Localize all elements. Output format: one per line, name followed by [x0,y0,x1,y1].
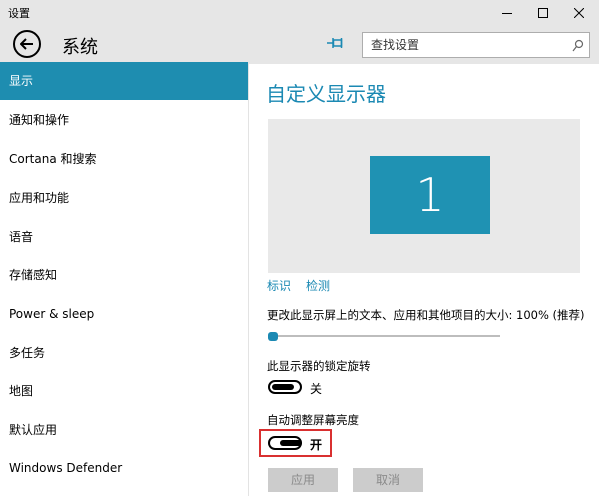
sidebar-item-power[interactable]: Power & sleep [0,295,248,333]
sidebar-item-multitasking[interactable]: 多任务 [0,334,248,372]
close-button[interactable] [556,0,599,24]
display-preview: 1 [268,119,580,273]
sidebar-item-cortana[interactable]: Cortana 和搜索 [0,140,248,178]
sidebar-item-defender[interactable]: Windows Defender [0,449,248,487]
scale-label: 更改此显示屏上的文本、应用和其他项目的大小: 100% (推荐) [267,308,585,322]
header: 系统 [0,24,599,64]
cancel-button[interactable]: 取消 [353,468,423,492]
sidebar-item-notifications[interactable]: 通知和操作 [0,101,248,139]
rotation-lock-toggle[interactable] [268,380,302,394]
search-input[interactable] [363,33,553,57]
title-bar: 设置 [0,0,599,24]
minimize-icon [502,3,512,22]
slider-thumb[interactable] [268,332,278,341]
main-content: 自定义显示器 1 标识 检测 更改此显示屏上的文本、应用和其他项目的大小: 10… [250,62,599,496]
auto-brightness-label: 自动调整屏幕亮度 [267,413,359,427]
pin-icon[interactable] [326,35,346,51]
sidebar-item-speech[interactable]: 语音 [0,218,248,256]
sidebar-item-maps[interactable]: 地图 [0,372,248,410]
apply-button[interactable]: 应用 [268,468,338,492]
sidebar: 显示 通知和操作 Cortana 和搜索 应用和功能 语音 存储感知 Power… [0,62,249,496]
sidebar-item-storage[interactable]: 存储感知 [0,256,248,294]
detect-link[interactable]: 检测 [306,277,330,294]
rotation-lock-state: 关 [310,382,323,396]
slider-track [268,335,500,337]
close-icon [573,3,585,22]
auto-brightness-state: 开 [310,438,323,452]
back-button[interactable] [13,30,41,58]
page-title: 系统 [62,37,98,58]
scale-slider[interactable] [268,332,500,342]
auto-brightness-toggle[interactable] [268,436,302,450]
rotation-lock-label: 此显示器的锁定旋转 [267,359,371,373]
back-arrow-icon [19,35,34,54]
monitor-tile[interactable]: 1 [370,156,490,234]
identify-link[interactable]: 标识 [267,277,291,294]
window-title: 设置 [8,7,30,20]
search-icon[interactable] [572,38,584,57]
toggle-knob [280,440,302,446]
toggle-knob [272,384,294,390]
search-box[interactable] [362,32,590,58]
sidebar-item-default-apps[interactable]: 默认应用 [0,411,248,449]
section-title: 自定义显示器 [266,82,386,106]
sidebar-item-display[interactable]: 显示 [0,62,248,100]
maximize-icon [538,3,548,22]
sidebar-item-apps[interactable]: 应用和功能 [0,179,248,217]
